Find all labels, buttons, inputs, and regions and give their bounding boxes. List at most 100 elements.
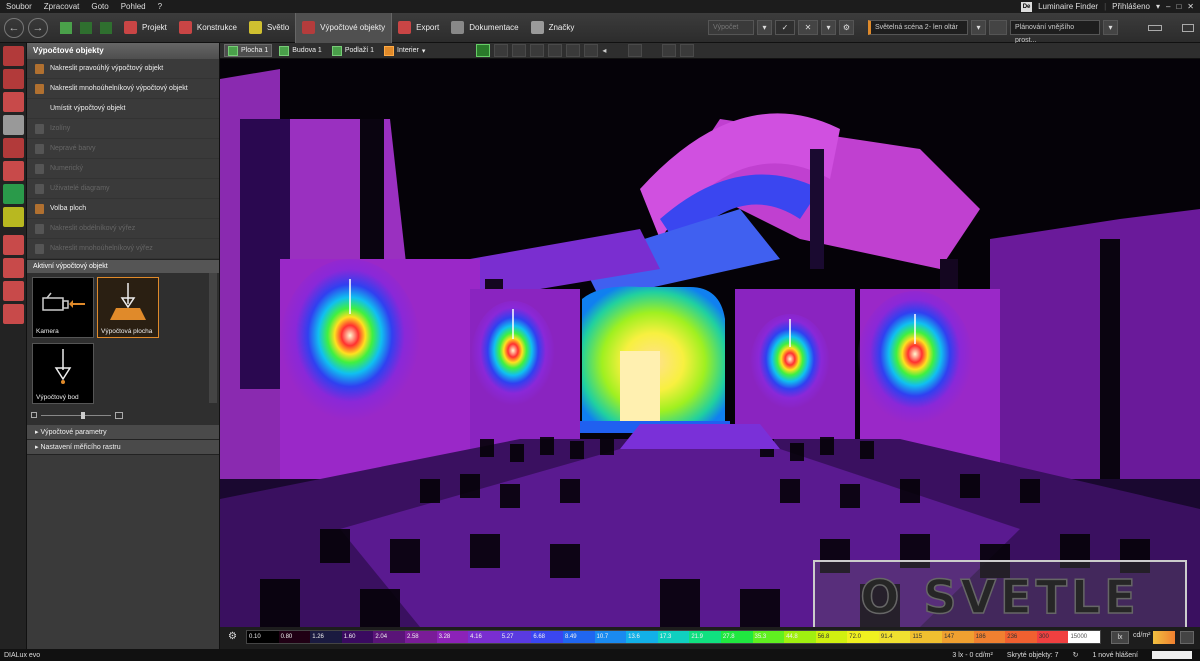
forward-icon[interactable]: →	[28, 17, 48, 38]
tab-interier[interactable]: Interier ▾	[381, 44, 428, 57]
tab-label: Konstrukce	[196, 23, 237, 32]
menu-help[interactable]: ?	[152, 2, 168, 11]
menu-pohled[interactable]: Pohled	[115, 2, 152, 11]
menu-zpracovat[interactable]: Zpracovat	[38, 2, 86, 11]
tab-7[interactable]: Značky	[525, 13, 581, 43]
settings-gear-icon[interactable]: ⚙	[839, 20, 854, 35]
measure-icon[interactable]	[662, 44, 677, 57]
calc-surface-thumb[interactable]: Výpočtová plocha	[97, 277, 159, 338]
planning-dropdown-icon[interactable]: ▾	[1103, 20, 1118, 35]
grid-icon[interactable]	[3, 258, 24, 278]
panel-item-label: Izolíny	[50, 125, 71, 132]
cd-unit-label[interactable]: cd/m²	[1133, 632, 1151, 639]
panel-item-6[interactable]: Numerický	[27, 159, 219, 179]
menu-bar: Soubor Zpracovat Goto Pohled ? De Lumina…	[0, 0, 1200, 13]
login-status[interactable]: Přihlášeno	[1112, 2, 1150, 11]
panel-item-10[interactable]: Nakreslit mnohoúhelníkový výřez	[27, 239, 219, 259]
panel-item-2[interactable]: Nakreslit mnohoúhelníkový výpočtový obje…	[27, 79, 219, 99]
tab-6[interactable]: Dokumentace	[445, 13, 524, 43]
light-scene-select[interactable]: Světelná scéna 2- len oltár	[868, 20, 968, 35]
hidden-objects[interactable]: Skryté objekty: 7	[1007, 652, 1059, 659]
view-left-button[interactable]	[584, 44, 599, 57]
tab-3[interactable]: Světlo	[243, 13, 295, 43]
luminaire-finder-link[interactable]: Luminaire Finder	[1038, 2, 1098, 11]
panel-item-9[interactable]: Nakreslit obdélníkový výřez	[27, 219, 219, 239]
view-3d-button[interactable]	[476, 44, 491, 57]
chevron-down-icon[interactable]: ▾	[1156, 2, 1160, 11]
view-floor-button[interactable]	[494, 44, 509, 57]
scale-toggle[interactable]	[1180, 631, 1194, 644]
undo-icon[interactable]	[80, 21, 92, 34]
reports[interactable]: 1 nové hlášení	[1092, 652, 1138, 659]
compute-button[interactable]: Výpočet	[708, 20, 754, 35]
tab-label: Budova 1	[292, 47, 322, 54]
scale-cell: 8.49	[562, 631, 595, 643]
calc-object-icon[interactable]	[3, 235, 24, 255]
panel-item-7[interactable]: Uživatelé diagramy	[27, 179, 219, 199]
tab-4[interactable]: Výpočtové objekty	[295, 12, 393, 43]
boolean-icon[interactable]	[3, 161, 24, 181]
back-icon[interactable]: ←	[4, 17, 24, 38]
tab-podlazi[interactable]: Podlaží 1	[329, 44, 377, 57]
tab-label: Interier	[397, 47, 419, 54]
panel-item-4[interactable]: Izolíny	[27, 119, 219, 139]
panel-item-3[interactable]: Umístit výpočtový objekt	[27, 99, 219, 119]
tab-budova[interactable]: Budova 1	[276, 44, 325, 57]
redo-icon[interactable]	[100, 21, 112, 34]
save-icon[interactable]	[60, 21, 72, 34]
stairs-icon[interactable]	[3, 92, 24, 112]
scale-cell: 300	[1036, 631, 1069, 643]
lux-unit-button[interactable]: lx	[1111, 631, 1129, 644]
draw-surface-icon[interactable]	[3, 46, 24, 66]
check-icon[interactable]: ✓	[775, 20, 795, 35]
tab-label: Projekt	[142, 23, 167, 32]
cylinder-icon[interactable]	[3, 115, 24, 135]
panel-item-1[interactable]: Nakreslit pravoúhlý výpočtový objekt	[27, 59, 219, 79]
rect-icon[interactable]	[3, 281, 24, 301]
maximize-icon[interactable]: □	[1176, 2, 1181, 11]
view-side-button[interactable]	[530, 44, 545, 57]
dimension-icon[interactable]	[680, 44, 695, 57]
panel-item-label: Nakreslit pravoúhlý výpočtový objekt	[50, 65, 164, 72]
cube-icon	[331, 45, 342, 56]
chevron-left-icon[interactable]: ◂	[602, 46, 610, 55]
view-front-button[interactable]	[512, 44, 527, 57]
calc-params-section[interactable]: ▸ Výpočtové parametry	[27, 425, 219, 440]
emergency-exit-icon[interactable]	[3, 184, 24, 204]
close-icon[interactable]: ✕	[1187, 2, 1194, 11]
calc-point-thumb[interactable]: Výpočtový bod	[32, 343, 94, 404]
tab-2[interactable]: Konstrukce	[173, 13, 243, 43]
eye-icon[interactable]	[3, 207, 24, 227]
cancel-icon[interactable]: ✕	[798, 20, 818, 35]
camera-thumb[interactable]: Kamera	[32, 277, 94, 338]
scene-edit-icon[interactable]	[989, 20, 1007, 35]
planning-select[interactable]: Plánování vnějšího prost...	[1010, 20, 1100, 44]
menu-soubor[interactable]: Soubor	[0, 2, 38, 11]
scene-dropdown-icon[interactable]: ▾	[971, 20, 986, 35]
tab-1[interactable]: Projekt	[118, 13, 173, 43]
compute-dropdown[interactable]: ▾	[757, 20, 772, 35]
zoom-fit-icon[interactable]	[628, 44, 643, 57]
cancel-dropdown[interactable]: ▾	[821, 20, 836, 35]
scale-settings-icon[interactable]: ⚙	[228, 631, 237, 642]
thumb-size-slider[interactable]	[31, 412, 123, 420]
view-back-button[interactable]	[548, 44, 563, 57]
3d-false-color-view[interactable]: O SVETLE	[220, 59, 1200, 627]
tab-plocha[interactable]: Plocha 1	[224, 44, 273, 57]
panel-item-8[interactable]: Volba ploch	[27, 199, 219, 219]
tab-5[interactable]: Export	[392, 13, 445, 43]
grid-settings-section[interactable]: ▸ Nastavení měřicího rastru	[27, 440, 219, 455]
view-top-button[interactable]	[566, 44, 581, 57]
cube-icon[interactable]	[3, 69, 24, 89]
layout-icon[interactable]	[1182, 23, 1194, 32]
minimize-icon[interactable]: –	[1166, 2, 1170, 11]
menu-goto[interactable]: Goto	[85, 2, 114, 11]
keyboard-icon[interactable]	[1148, 24, 1162, 31]
scale-cell: 15000	[1068, 631, 1101, 643]
cut-icon[interactable]	[3, 138, 24, 158]
refresh-icon[interactable]: ↻	[1073, 651, 1079, 659]
scrollbar[interactable]	[209, 273, 217, 403]
scale-cell: 6.68	[531, 631, 563, 643]
panel-item-5[interactable]: Nepravé barvy	[27, 139, 219, 159]
network-icon[interactable]	[3, 304, 24, 324]
